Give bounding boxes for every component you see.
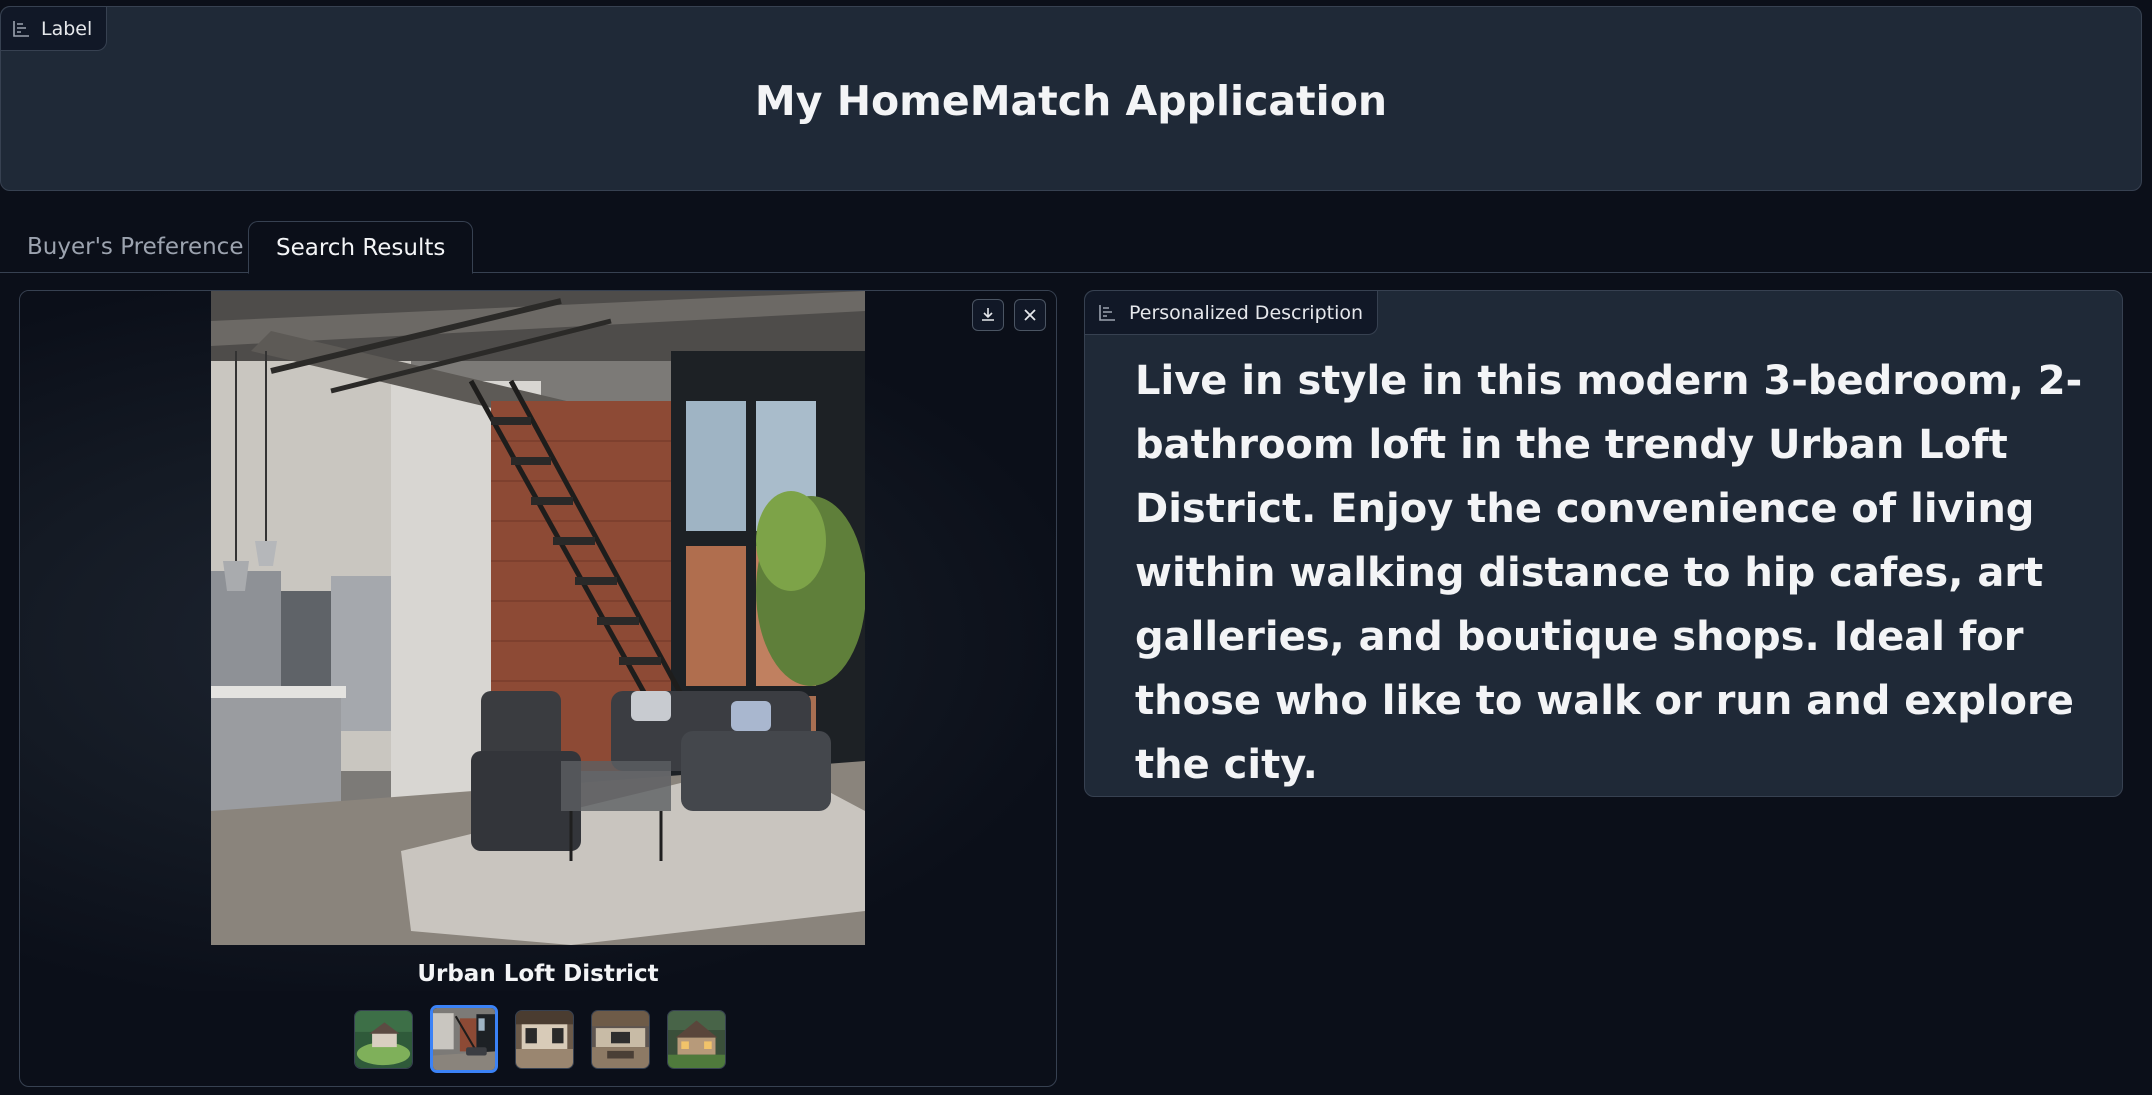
image-gallery: Urban Loft District — [19, 290, 1057, 1087]
gallery-main-image[interactable] — [211, 291, 865, 945]
description-label-chip: Personalized Description — [1085, 291, 1379, 335]
description-label-text: Personalized Description — [1129, 301, 1364, 324]
title-label-block: Label My HomeMatch Application — [0, 6, 2142, 191]
tab-bar: Buyer's Preference Search Results — [0, 221, 2152, 274]
tab-buyers-preference[interactable]: Buyer's Preference — [0, 221, 270, 273]
download-icon — [982, 308, 994, 321]
bar-chart-icon — [1099, 304, 1115, 321]
description-text: Live in style in this modern 3-bedroom, … — [1135, 358, 2083, 788]
image-caption: Urban Loft District — [417, 961, 659, 987]
thumbnail-5[interactable] — [667, 1009, 726, 1069]
app-title: My HomeMatch Application — [754, 77, 1388, 125]
label-chip: Label — [1, 7, 108, 51]
thumbnail-3[interactable] — [515, 1009, 574, 1069]
label-chip-text: Label — [41, 17, 93, 40]
thumbnail-2-selected[interactable] — [430, 1005, 498, 1073]
close-icon — [1024, 309, 1036, 321]
thumbnail-1[interactable] — [354, 1009, 413, 1069]
app-root: Label My HomeMatch Application Buyer's P… — [0, 0, 2152, 1095]
loft-interior-photo — [211, 291, 865, 945]
thumbnail-4[interactable] — [591, 1009, 650, 1069]
download-button[interactable] — [972, 299, 1004, 331]
close-button[interactable] — [1014, 299, 1046, 331]
thumbnail-strip — [354, 1005, 726, 1073]
bar-chart-icon — [13, 20, 29, 37]
tab-search-results[interactable]: Search Results — [248, 221, 474, 274]
personalized-description-panel: Personalized Description Live in style i… — [1084, 290, 2123, 797]
